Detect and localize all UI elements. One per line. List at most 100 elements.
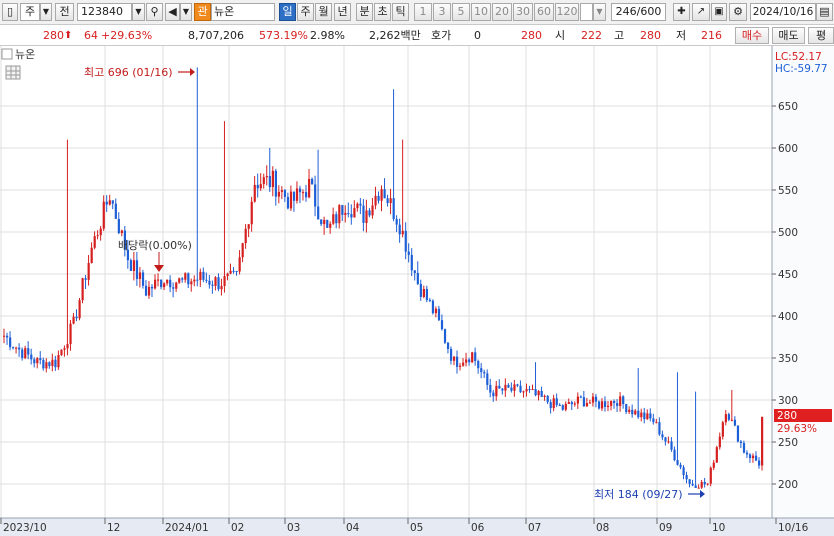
candle-body xyxy=(169,279,172,288)
candle-body xyxy=(172,287,175,289)
interval-3[interactable]: 3 xyxy=(433,3,451,21)
search-icon[interactable]: ⚲ xyxy=(146,3,163,21)
market-select[interactable]: 주 xyxy=(20,3,40,21)
candle-body xyxy=(12,347,15,349)
count-field[interactable]: 246/600 xyxy=(611,3,666,21)
interval-30[interactable]: 30 xyxy=(513,3,533,21)
interval-120[interactable]: 120 xyxy=(555,3,579,21)
candle-body xyxy=(147,286,151,296)
candle-body xyxy=(507,384,510,388)
sell-button[interactable]: 매도 xyxy=(772,27,805,44)
interval-10[interactable]: 10 xyxy=(471,3,491,21)
candle-body xyxy=(477,360,480,369)
date-field[interactable]: 2024/10/16 xyxy=(750,3,816,21)
plus-minus-icon[interactable]: ✚ xyxy=(673,3,690,21)
y-tick-label: 650 xyxy=(778,101,798,113)
candle-body xyxy=(658,422,661,435)
price-chart[interactable]: 200 250 300 350 400 450 500 550 600 650 2023/10 12… xyxy=(0,46,834,536)
buy-button[interactable]: 매수 xyxy=(735,27,769,44)
save-icon[interactable]: ▣ xyxy=(711,3,727,21)
table-icon[interactable] xyxy=(5,65,21,80)
market-dropdown-icon[interactable]: ▼ xyxy=(40,3,52,21)
speaker-icon[interactable]: ◀ xyxy=(165,3,180,21)
code-input[interactable]: 123840 xyxy=(77,3,132,21)
candle-body xyxy=(184,273,187,280)
candle-body xyxy=(443,329,447,343)
candle-body xyxy=(552,398,555,409)
candle-body xyxy=(670,441,673,450)
period-second[interactable]: 초 xyxy=(374,3,391,21)
candle-body xyxy=(187,273,190,285)
candle-body xyxy=(292,191,296,201)
managed-stock-badge: 관 xyxy=(194,3,211,21)
y-tick-label: 200 xyxy=(778,479,798,491)
speaker-dropdown-icon[interactable]: ▼ xyxy=(180,3,192,21)
candle-body xyxy=(371,205,374,216)
x-tick-label: 02 xyxy=(231,522,244,534)
candle-body xyxy=(368,210,371,216)
x-tick-label: 12 xyxy=(107,522,120,534)
stock-name-field: 뉴온 xyxy=(211,3,275,21)
title-checkbox[interactable] xyxy=(1,48,13,60)
candle-body xyxy=(383,189,386,199)
candle-body xyxy=(727,414,730,420)
candle-body xyxy=(178,278,181,283)
interval-dropdown-icon[interactable]: ▼ xyxy=(593,3,606,21)
candle-body xyxy=(489,384,492,393)
candle-body xyxy=(697,487,700,489)
candle-body xyxy=(223,276,226,286)
candle-body xyxy=(525,388,528,392)
period-year[interactable]: 년 xyxy=(334,3,351,21)
eval-button[interactable]: 평 xyxy=(808,27,834,44)
gear-icon[interactable]: ⚙ xyxy=(729,3,747,21)
candle-body xyxy=(15,347,18,349)
candle-body xyxy=(18,347,21,350)
interval-input[interactable] xyxy=(580,3,593,21)
candle-body xyxy=(84,278,87,280)
candle-body xyxy=(628,409,631,413)
candle-body xyxy=(685,475,688,480)
period-day[interactable]: 일 xyxy=(279,3,296,21)
candle-body xyxy=(42,359,45,369)
candle-body xyxy=(459,365,462,367)
candle-body xyxy=(30,354,33,360)
candle-body xyxy=(135,260,139,279)
candle-body xyxy=(308,178,311,198)
candle-body xyxy=(637,410,640,418)
period-minute[interactable]: 분 xyxy=(356,3,373,21)
interval-5[interactable]: 5 xyxy=(452,3,470,21)
code-dropdown-icon[interactable]: ▼ xyxy=(132,3,145,21)
candle-body xyxy=(24,348,27,359)
candle-body xyxy=(338,205,341,224)
open-price: 222 xyxy=(581,29,602,42)
period-month[interactable]: 월 xyxy=(315,3,332,21)
candle-body xyxy=(733,419,737,426)
candle-body xyxy=(244,228,247,244)
candle-body xyxy=(241,243,244,258)
candle-body xyxy=(78,300,81,319)
interval-1[interactable]: 1 xyxy=(414,3,432,21)
candle-body xyxy=(555,398,558,405)
y-tick-label: 600 xyxy=(778,143,798,155)
period-tick[interactable]: 틱 xyxy=(392,3,409,21)
interval-20[interactable]: 20 xyxy=(492,3,512,21)
candle-body xyxy=(504,384,507,391)
window-icon[interactable]: ▯ xyxy=(2,3,18,21)
change-percent: +29.63% xyxy=(101,29,153,42)
candle-body xyxy=(90,247,93,263)
candle-body xyxy=(431,300,435,314)
indicator-icon[interactable]: ↗ xyxy=(692,3,710,21)
candle-body xyxy=(456,356,459,367)
period-week[interactable]: 주 xyxy=(297,3,314,21)
candle-body xyxy=(543,395,546,397)
candle-body xyxy=(111,200,114,204)
calendar-icon[interactable]: ▤ xyxy=(816,3,833,21)
interval-60[interactable]: 60 xyxy=(534,3,554,21)
candle-body xyxy=(36,358,39,364)
candle-body xyxy=(616,403,619,407)
type-button[interactable]: 전 xyxy=(55,3,74,21)
candle-body xyxy=(603,401,607,407)
candle-body xyxy=(205,279,208,281)
candle-body xyxy=(655,422,658,424)
candle-body xyxy=(646,413,649,420)
